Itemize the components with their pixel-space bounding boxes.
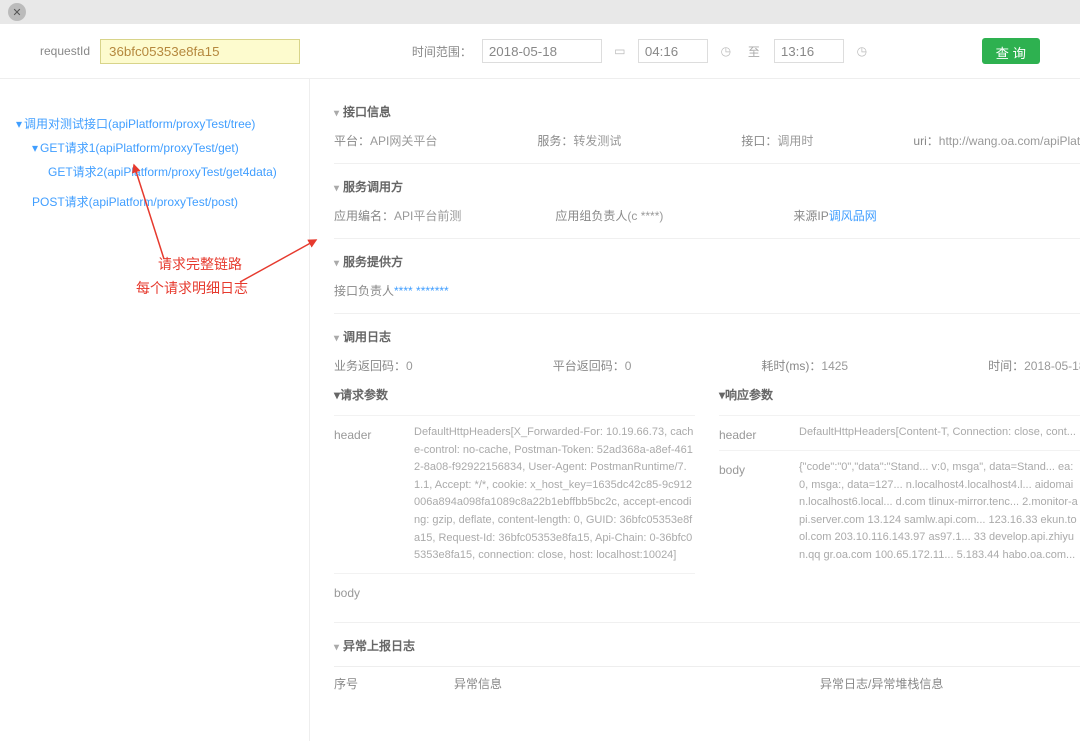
window-topbar: ✕ bbox=[0, 0, 1080, 24]
annotation-arrow bbox=[230, 234, 320, 284]
section-interface: ▾接口信息 平台：API网关平台 服务：转发测试 接口：调用时 uri：http… bbox=[334, 89, 1080, 164]
annotation-text: 请求完整链路 bbox=[158, 251, 242, 278]
tree-node[interactable]: ▾调用对测试接口(apiPlatform/proxyTest/tree) bbox=[16, 113, 309, 137]
close-icon[interactable]: ✕ bbox=[8, 3, 26, 21]
request-body-value bbox=[414, 582, 695, 600]
caret-icon: ▾ bbox=[16, 118, 22, 132]
response-body-value: {"code":"0","data":"Stand... v:0, msga",… bbox=[799, 459, 1080, 565]
requestid-label: requestId bbox=[40, 44, 90, 58]
time-to-input[interactable] bbox=[774, 39, 844, 63]
search-button[interactable]: 查 询 bbox=[982, 38, 1040, 64]
error-table-header: 序号 异常信息 异常日志/异常堆栈信息 bbox=[334, 666, 1080, 692]
response-params: ▾响应参数 header DefaultHttpHeaders[Content-… bbox=[719, 374, 1080, 608]
request-tree: ▾调用对测试接口(apiPlatform/proxyTest/tree) ▾GE… bbox=[0, 79, 310, 741]
time-from-input[interactable] bbox=[638, 39, 708, 63]
clock-icon: ◷ bbox=[854, 44, 870, 58]
section-error-log: ▾异常上报日志 序号 异常信息 异常日志/异常堆栈信息 bbox=[334, 623, 1080, 706]
chevron-down-icon: ▾ bbox=[334, 258, 339, 269]
detail-panel: ▾接口信息 平台：API网关平台 服务：转发测试 接口：调用时 uri：http… bbox=[310, 79, 1080, 741]
calendar-icon: ▭ bbox=[612, 44, 628, 58]
date-input[interactable] bbox=[482, 39, 602, 63]
chevron-down-icon: ▾ bbox=[334, 108, 339, 119]
timerange-label: 时间范围： bbox=[412, 43, 472, 60]
response-header-value: DefaultHttpHeaders[Content-T, Connection… bbox=[799, 424, 1080, 442]
tree-node[interactable]: POST请求(apiPlatform/proxyTest/post) bbox=[16, 191, 309, 214]
caret-icon: ▾ bbox=[32, 142, 38, 156]
clock-icon: ◷ bbox=[718, 44, 734, 58]
request-params: ▾请求参数 header DefaultHttpHeaders[X_Forwar… bbox=[334, 374, 695, 608]
tree-node[interactable]: ▾GET请求1(apiPlatform/proxyTest/get) bbox=[16, 137, 309, 161]
section-log: ▾调用日志 业务返回码：0 平台返回码：0 耗时(ms)：1425 时间：201… bbox=[334, 314, 1080, 623]
request-header-value: DefaultHttpHeaders[X_Forwarded-For: 10.1… bbox=[414, 424, 695, 565]
section-caller: ▾服务调用方 应用编名：API平台前测 应用组负责人(c ****) 来源IP调… bbox=[334, 164, 1080, 239]
chevron-down-icon: ▾ bbox=[334, 183, 339, 194]
to-label: 至 bbox=[748, 43, 760, 60]
section-provider: ▾服务提供方 接口负责人**** ******* bbox=[334, 239, 1080, 314]
chevron-down-icon: ▾ bbox=[334, 642, 339, 653]
chevron-down-icon: ▾ bbox=[334, 333, 339, 344]
filter-bar: requestId 时间范围： ▭ ◷ 至 ◷ 查 询 bbox=[0, 24, 1080, 79]
tree-node[interactable]: GET请求2(apiPlatform/proxyTest/get4data) bbox=[16, 161, 309, 184]
annotation-text: 每个请求明细日志 bbox=[136, 275, 248, 302]
requestid-input[interactable] bbox=[100, 39, 300, 64]
